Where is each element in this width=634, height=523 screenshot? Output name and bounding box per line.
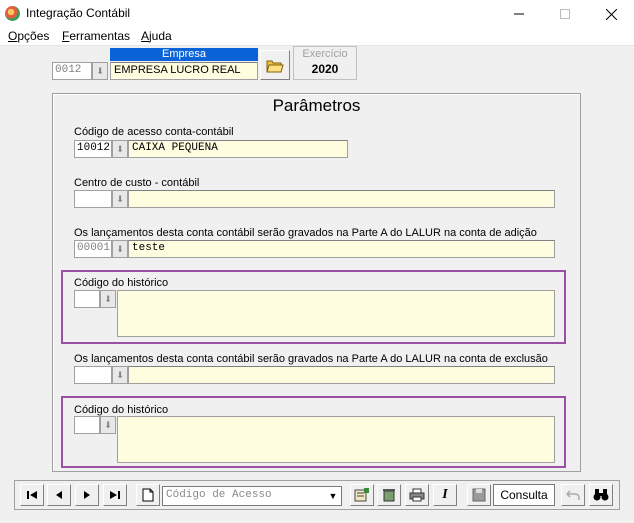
exclusao-lookup-button[interactable]: ⬇ [112, 366, 128, 384]
down-arrow-icon: ⬇ [104, 293, 112, 304]
exclusao-label: Os lançamentos desta conta contábil serã… [74, 353, 548, 365]
save-icon [472, 488, 486, 502]
find-button[interactable] [589, 484, 613, 506]
next-icon [84, 491, 90, 499]
window-title: Integração Contábil [26, 6, 131, 20]
app-icon [5, 6, 20, 21]
adicao-lookup-button[interactable]: ⬇ [112, 240, 128, 258]
save-button[interactable] [467, 484, 491, 506]
search-field-combo-placeholder: Código de Acesso [166, 489, 272, 501]
close-icon [605, 8, 617, 20]
new-document-icon [142, 488, 154, 502]
print-button[interactable] [405, 484, 429, 506]
empresa-code[interactable]: 0012 [52, 62, 92, 80]
exclusao-name [128, 366, 555, 384]
historico-exclusao-label: Código do histórico [74, 404, 169, 416]
first-icon [27, 491, 37, 499]
historico-adicao-text[interactable] [117, 290, 555, 337]
folder-open-icon [266, 60, 284, 72]
historico-exclusao-text[interactable] [117, 416, 555, 463]
chevron-down-icon[interactable]: ▼ [326, 488, 340, 504]
exercicio-label: Exercício [302, 48, 348, 60]
conta-lookup-button[interactable]: ⬇ [112, 140, 128, 158]
centro-label: Centro de custo - contábil [74, 177, 200, 189]
centro-lookup-button[interactable]: ⬇ [112, 190, 128, 208]
italic-button[interactable]: I [433, 484, 457, 506]
printer-icon [409, 488, 425, 502]
menu-ferramentas[interactable]: Ferramentas [62, 29, 130, 43]
italic-icon: I [442, 487, 448, 502]
open-folder-button[interactable] [260, 50, 290, 80]
historico-adicao-code-input[interactable] [74, 290, 100, 308]
last-icon [110, 491, 120, 499]
adicao-name: teste [128, 240, 555, 258]
previous-icon [56, 491, 62, 499]
exercicio-year: 2020 [311, 62, 339, 76]
minimize-button[interactable] [496, 0, 542, 28]
maximize-icon [560, 9, 570, 19]
down-arrow-icon: ⬇ [96, 65, 104, 76]
centro-code-input[interactable] [74, 190, 112, 208]
close-button[interactable] [588, 0, 634, 28]
down-arrow-icon: ⬇ [116, 369, 124, 380]
adicao-label: Os lançamentos desta conta contábil serã… [74, 227, 537, 239]
menu-opcoes[interactable]: Opções [8, 29, 49, 43]
adicao-code-input[interactable]: 00001 [74, 240, 112, 258]
previous-record-button[interactable] [47, 484, 71, 506]
trash-icon [383, 489, 395, 502]
consulta-button[interactable]: Consulta [493, 484, 555, 506]
parametros-title: Parâmetros [272, 96, 361, 115]
report-button[interactable] [350, 484, 374, 506]
down-arrow-icon: ⬇ [116, 193, 124, 204]
binoculars-icon [593, 489, 609, 501]
historico-adicao-lookup-button[interactable]: ⬇ [100, 290, 116, 308]
undo-icon [566, 490, 580, 500]
conta-name: CAIXA PEQUENA [128, 140, 348, 158]
last-record-button[interactable] [103, 484, 127, 506]
delete-button[interactable] [377, 484, 401, 506]
maximize-button[interactable] [542, 0, 588, 28]
minimize-icon [514, 13, 524, 15]
exclusao-code-input[interactable] [74, 366, 112, 384]
conta-code-input[interactable]: 10012 [74, 140, 112, 158]
down-arrow-icon: ⬇ [104, 419, 112, 430]
down-arrow-icon: ⬇ [116, 143, 124, 154]
conta-label: Código de acesso conta-contábil [74, 126, 234, 138]
centro-name [128, 190, 555, 208]
empresa-name: EMPRESA LUCRO REAL [110, 62, 258, 80]
historico-exclusao-code-input[interactable] [74, 416, 100, 434]
menu-ajuda[interactable]: Ajuda [141, 29, 172, 43]
undo-button[interactable] [561, 484, 585, 506]
historico-adicao-label: Código do histórico [74, 277, 169, 289]
empresa-lookup-button[interactable]: ⬇ [92, 62, 108, 80]
next-record-button[interactable] [75, 484, 99, 506]
new-record-button[interactable] [136, 484, 160, 506]
first-record-button[interactable] [20, 484, 44, 506]
down-arrow-icon: ⬇ [116, 243, 124, 254]
historico-exclusao-lookup-button[interactable]: ⬇ [100, 416, 116, 434]
empresa-header: Empresa [110, 48, 258, 61]
report-icon [354, 488, 369, 502]
